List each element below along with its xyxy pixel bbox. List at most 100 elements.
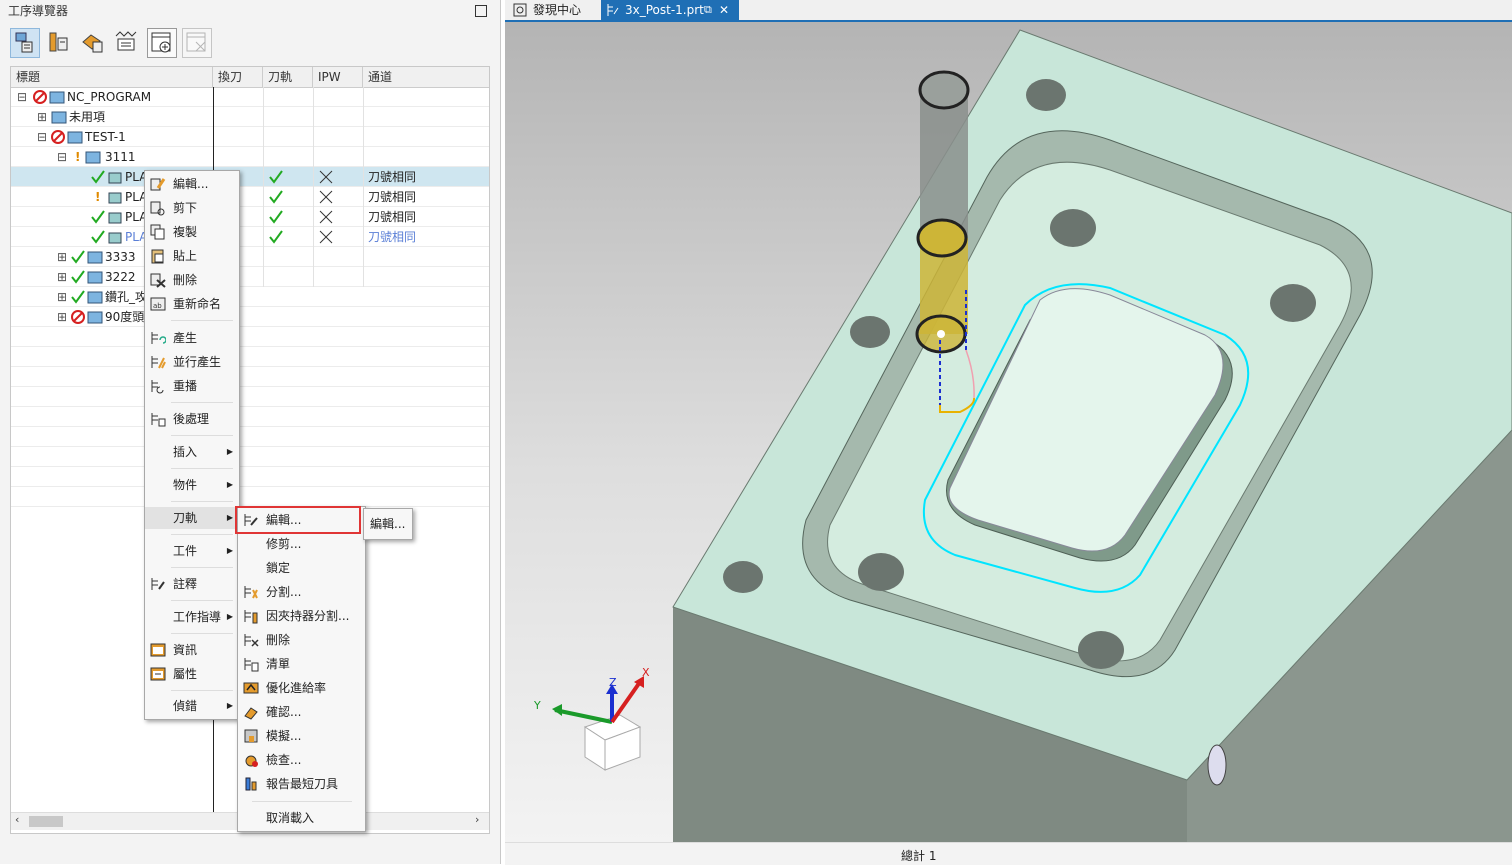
submenu-item-verify[interactable]: 確認... (238, 701, 365, 723)
expand-icon[interactable]: ⊞ (57, 287, 67, 307)
blocked-icon (71, 307, 85, 327)
graphics-viewport[interactable]: Y Z X (505, 22, 1512, 842)
maximize-icon[interactable] (475, 5, 487, 17)
tree-row[interactable]: ⊞ 鑽孔_攻 (11, 287, 489, 307)
tree-row[interactable]: PLA 刀號相同 (11, 207, 489, 227)
toolpath-ok-icon (269, 167, 283, 187)
folder-icon (87, 267, 103, 287)
submenu-item-delete[interactable]: 刪除 (238, 629, 365, 651)
column-title[interactable]: 標題 (11, 67, 213, 87)
operation-icon (107, 167, 123, 187)
collapse-icon[interactable]: ⊟ (37, 127, 47, 147)
menu-item-cut[interactable]: 剪下 (145, 197, 239, 219)
tree-row[interactable]: PLA 刀號相同 (11, 227, 489, 247)
menu-item-edit[interactable]: 編輯... (145, 173, 239, 195)
check-icon (71, 247, 85, 267)
collapse-icon[interactable]: ⊟ (57, 147, 67, 167)
tree-row[interactable]: ! PLA 刀號相同 (11, 187, 489, 207)
status-text: 總計 1 (901, 849, 937, 863)
add-view-icon[interactable] (147, 28, 177, 58)
menu-item-object[interactable]: 物件 ▶ (145, 474, 239, 496)
tree-row[interactable]: ⊞ 3222 (11, 267, 489, 287)
hole (1270, 284, 1316, 322)
tree-row[interactable]: ⊟ TEST-1 (11, 127, 489, 147)
tree-row (11, 347, 489, 367)
menu-item-toolpath[interactable]: 刀軌 ▶ (145, 507, 239, 529)
geometry-view-icon[interactable] (78, 28, 108, 58)
tree-row[interactable]: PLA 刀號相同 (11, 167, 489, 187)
submenu-item-list[interactable]: 清單 (238, 653, 365, 675)
hole (723, 561, 763, 593)
delete-toolpath-icon (243, 632, 259, 655)
undock-icon[interactable]: ⧉ (704, 0, 712, 20)
check-icon (91, 227, 105, 247)
row-label: 鑽孔_攻 (105, 290, 148, 304)
expand-icon[interactable]: ⊞ (37, 107, 47, 127)
menu-item-workpiece[interactable]: 工件 ▶ (145, 540, 239, 562)
check-icon (71, 267, 85, 287)
flyout-item-edit[interactable]: 編輯... (364, 513, 412, 535)
scroll-thumb[interactable] (29, 816, 63, 827)
menu-item-insert[interactable]: 插入 ▶ (145, 441, 239, 463)
tab-part-file[interactable]: 3x_Post-1.prt ⧉ ✕ (601, 0, 739, 20)
menu-separator (171, 435, 233, 436)
submenu-arrow-icon: ▶ (226, 513, 233, 522)
column-toolpath[interactable]: 刀軌 (263, 67, 313, 87)
scroll-right-icon[interactable]: › (475, 813, 479, 826)
submenu-item-split[interactable]: 分割... (238, 581, 365, 603)
expand-icon[interactable]: ⊞ (57, 307, 67, 327)
menu-item-copy[interactable]: 複製 (145, 221, 239, 243)
menu-item-debug[interactable]: 偵錯 ▶ (145, 695, 239, 717)
menu-item-info[interactable]: 資訊 (145, 639, 239, 661)
folder-icon (85, 147, 101, 167)
folder-icon (87, 247, 103, 267)
row-label: 3111 (105, 150, 136, 164)
menu-item-properties[interactable]: 屬性 (145, 663, 239, 685)
close-icon[interactable]: ✕ (719, 0, 729, 20)
submenu-item-shortest-tool[interactable]: 報告最短刀具 (238, 773, 365, 795)
tree-row (11, 447, 489, 467)
scroll-left-icon[interactable]: ‹ (15, 813, 19, 826)
tree-row[interactable]: ⊟ NC_PROGRAM (11, 87, 489, 107)
submenu-item-unload[interactable]: 取消載入 (238, 807, 365, 829)
menu-item-generate[interactable]: 產生 (145, 327, 239, 349)
submenu-item-check[interactable]: 檢查... (238, 749, 365, 771)
menu-item-replay[interactable]: 重播 (145, 375, 239, 397)
menu-item-postprocess[interactable]: 後處理 (145, 408, 239, 430)
menu-separator (171, 501, 233, 502)
menu-item-delete[interactable]: 刪除 (145, 269, 239, 291)
submenu-item-simulate[interactable]: 模擬... (238, 725, 365, 747)
tree-row[interactable]: ⊞ 未用項 (11, 107, 489, 127)
menu-item-rename[interactable]: ab 重新命名 (145, 293, 239, 315)
axis-y-label: Y (534, 699, 541, 712)
menu-item-paste[interactable]: 貼上 (145, 245, 239, 267)
menu-item-annotation[interactable]: 註釋 (145, 573, 239, 595)
column-ipw[interactable]: IPW (313, 67, 363, 87)
tree-row[interactable]: ⊞ 3333 (11, 247, 489, 267)
folder-icon (67, 127, 83, 147)
tab-discovery-center[interactable]: 發現中心 (509, 0, 605, 20)
expand-icon[interactable]: ⊞ (57, 267, 67, 287)
submenu-item-optimize-feed[interactable]: 優化進給率 (238, 677, 365, 699)
submenu-item-trim[interactable]: 修剪... (238, 533, 365, 555)
paste-icon (150, 248, 166, 271)
remove-view-icon[interactable] (182, 28, 212, 58)
row-label: 3333 (105, 250, 136, 264)
method-view-icon[interactable] (112, 28, 142, 58)
column-tool-change[interactable]: 換刀 (213, 67, 263, 87)
tree-row[interactable]: ⊞ 90度頭 (11, 307, 489, 327)
menu-item-parallel-generate[interactable]: 並行產生 (145, 351, 239, 373)
axis-z-label: Z (609, 676, 617, 689)
tree-row[interactable]: ⊟ ! 3111 (11, 147, 489, 167)
submenu-item-lock[interactable]: 鎖定 (238, 557, 365, 579)
collapse-icon[interactable]: ⊟ (17, 87, 27, 107)
menu-item-work-instruction[interactable]: 工作指導 ▶ (145, 606, 239, 628)
folder-icon (51, 107, 67, 127)
machine-tool-view-icon[interactable] (44, 28, 74, 58)
menu-separator (171, 534, 233, 535)
program-order-view-icon[interactable] (10, 28, 40, 58)
column-channel[interactable]: 通道 (363, 67, 489, 87)
warning-icon: ! (95, 190, 101, 204)
submenu-item-holder-split[interactable]: 因夾持器分割... (238, 605, 365, 627)
expand-icon[interactable]: ⊞ (57, 247, 67, 267)
